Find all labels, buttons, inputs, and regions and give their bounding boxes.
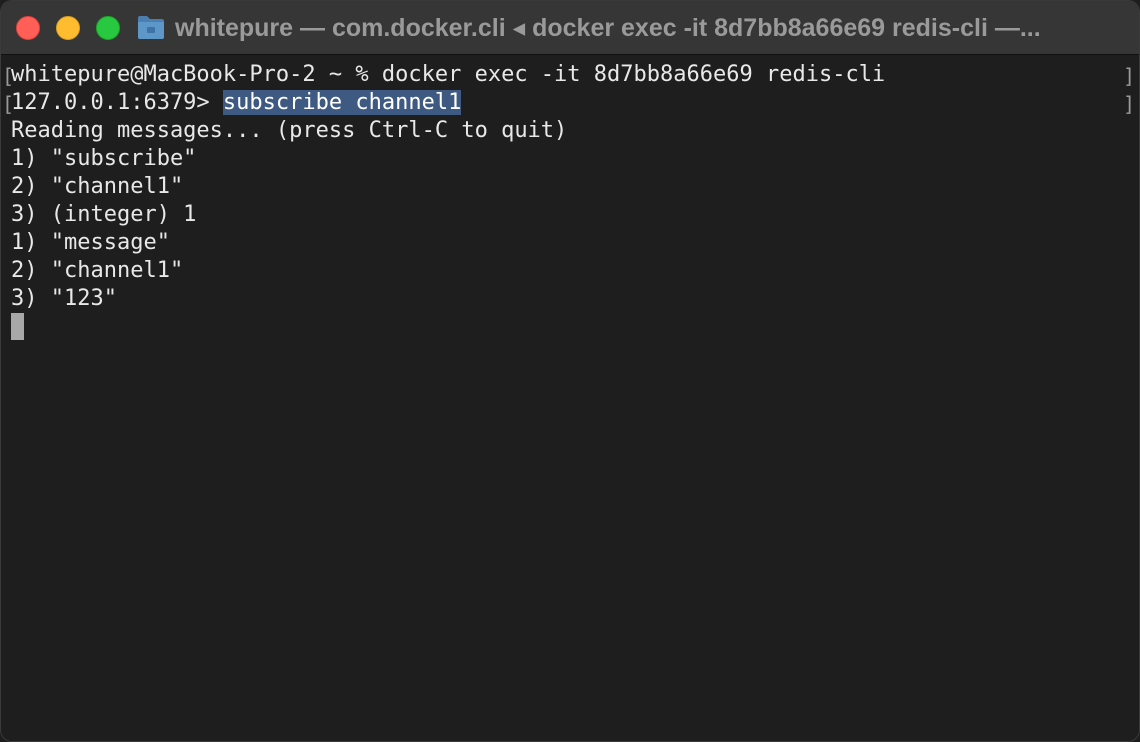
maximize-button[interactable] [96,16,120,40]
title-bar[interactable]: whitepure — com.docker.cli ◂ docker exec… [1,1,1139,55]
line-bracket-right: ] [1122,92,1135,116]
terminal-line: 3) (integer) 1 [11,202,197,227]
terminal-line: 1) "message" [11,230,170,255]
terminal-content[interactable]: [ whitepure@MacBook-Pro-2 ~ % docker exe… [1,56,1139,741]
close-button[interactable] [16,16,40,40]
terminal-line: whitepure@MacBook-Pro-2 ~ % docker exec … [11,62,886,87]
folder-icon [138,16,164,39]
window-title: whitepure — com.docker.cli ◂ docker exec… [175,14,1041,42]
minimize-button[interactable] [56,16,80,40]
terminal-cursor [11,313,24,340]
terminal-window: whitepure — com.docker.cli ◂ docker exec… [0,0,1140,742]
redis-prompt: 127.0.0.1:6379> [11,90,223,115]
line-bracket-right: ] [1122,64,1135,88]
selected-command[interactable]: subscribe channel1 [222,90,462,115]
terminal-line: 3) "123" [11,286,117,311]
terminal-line: 127.0.0.1:6379> subscribe channel1 [11,89,462,117]
terminal-line: Reading messages... (press Ctrl-C to qui… [11,118,568,143]
terminal-line: 2) "channel1" [11,258,184,283]
terminal-line: 2) "channel1" [11,174,184,199]
terminal-line: 1) "subscribe" [11,146,197,171]
